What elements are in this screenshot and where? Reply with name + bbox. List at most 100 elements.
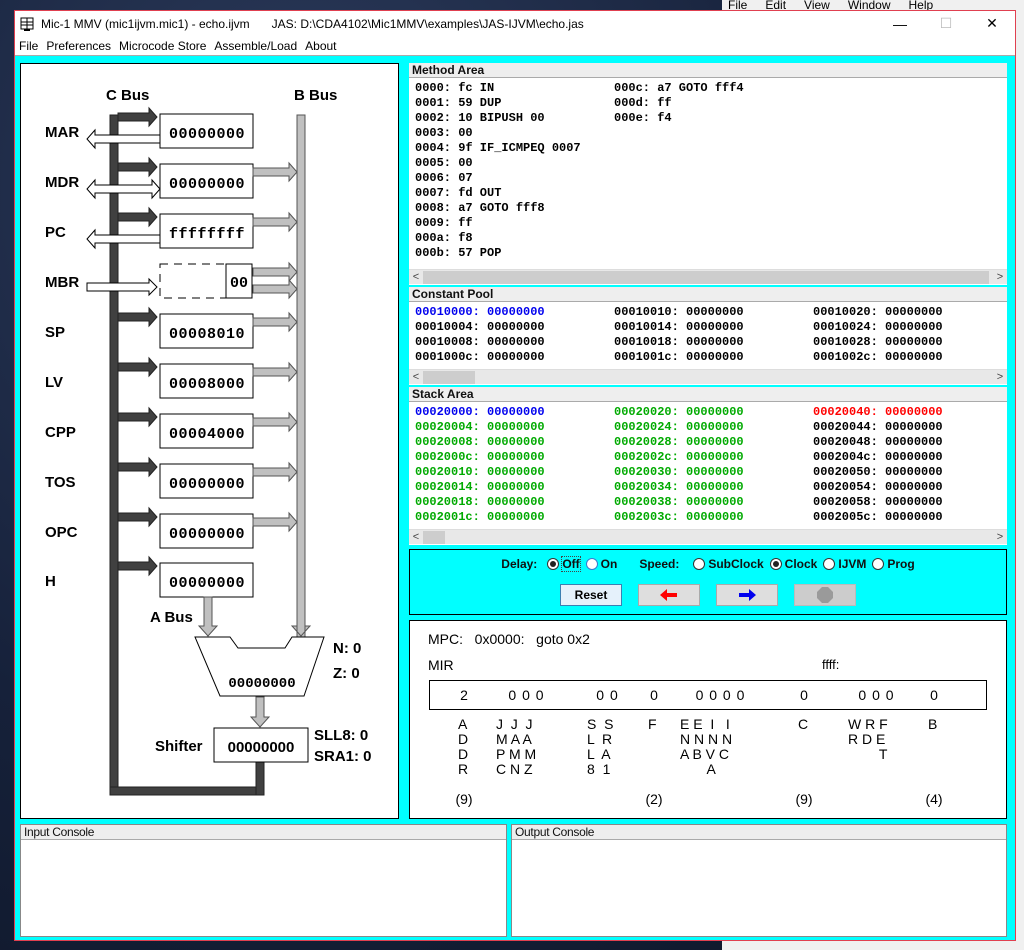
to-memory-arrow [86, 128, 161, 150]
stack-area-title: Stack Area [409, 387, 1007, 402]
simulation-controls: Delay: Off On Speed: SubClock Clock IJVM [409, 549, 1007, 615]
memory-row: 00020048: 00000000 [813, 435, 943, 449]
constant-pool-pane: Constant Pool 00010000: 00000000 00010004… [409, 287, 1007, 385]
memory-row: 0001002c: 00000000 [813, 350, 943, 364]
register-value-lv: 00008000 [169, 376, 245, 393]
memory-row: 00010018: 00000000 [614, 335, 744, 349]
stop-sign-icon [817, 587, 833, 603]
scroll-thumb[interactable] [423, 531, 445, 544]
memory-row: 00020014: 00000000 [415, 480, 545, 494]
memory-row: 00020000: 00000000 [415, 405, 545, 419]
delay-off-radio[interactable]: Off [547, 556, 581, 572]
c-bus-write-arrow [117, 506, 158, 528]
scroll-left-icon[interactable]: < [409, 270, 423, 285]
b-bus-label: B Bus [294, 87, 337, 104]
scroll-right-icon[interactable]: > [993, 370, 1007, 385]
app-icon [19, 16, 35, 32]
input-console-title: Input Console [21, 825, 506, 840]
register-value-tos: 00000000 [169, 476, 245, 493]
b-bus-read-arrow [252, 361, 298, 383]
register-label-pc: PC [45, 224, 66, 241]
memory-row: 00010008: 00000000 [415, 335, 545, 349]
scroll-left-icon[interactable]: < [409, 370, 423, 385]
radio-unselected-icon [693, 558, 706, 570]
scroll-thumb[interactable] [423, 371, 475, 384]
memory-row: 00020018: 00000000 [415, 495, 545, 509]
memory-row: 00010024: 00000000 [813, 320, 943, 334]
menu-preferences[interactable]: Preferences [42, 39, 115, 53]
b-bus-line [296, 114, 306, 641]
maximize-button[interactable]: ☐ [923, 11, 969, 36]
memory-row: 0005: 00 [415, 156, 473, 170]
register-value-mdr: 00000000 [169, 176, 245, 193]
speed-subclock-radio[interactable]: SubClock [693, 557, 764, 571]
radio-selected-icon [547, 558, 560, 570]
speed-prog-radio[interactable]: Prog [872, 557, 915, 571]
speed-ijvm-radio[interactable]: IJVM [823, 557, 866, 571]
scroll-right-icon[interactable]: > [993, 270, 1007, 285]
scroll-left-icon[interactable]: < [409, 530, 423, 545]
method-area-title: Method Area [409, 63, 1007, 78]
memory-row: 000a: f8 [415, 231, 473, 245]
scroll-thumb[interactable] [423, 271, 989, 284]
mir-field-label: B [928, 716, 938, 732]
constant-pool-listing: 00010000: 00000000 00010004: 00000000 0001… [409, 302, 1007, 369]
close-button[interactable]: ✕ [969, 11, 1015, 36]
register-label-tos: TOS [45, 474, 76, 491]
input-console[interactable]: Input Console [20, 824, 507, 937]
speed-clock-radio[interactable]: Clock [769, 557, 817, 571]
memory-row: 0002000c: 00000000 [415, 450, 545, 464]
register-label-cpp: CPP [45, 424, 76, 441]
menu-assemble-load[interactable]: Assemble/Load [210, 39, 301, 53]
shifter-sra1: SRA1: 0 [314, 748, 372, 765]
memory-row: 0003: 00 [415, 126, 473, 140]
method-area-hscroll[interactable]: < > [409, 269, 1007, 284]
menu-microcode-store[interactable]: Microcode Store [115, 39, 210, 53]
datapath-diagram: C Bus B Bus MAR 00000000 MDR 00000000 PC ffffff… [20, 63, 399, 819]
mdr-memory-bidirectional-arrow [86, 178, 161, 200]
menu-file[interactable]: File [15, 39, 42, 53]
h-to-a-bus-arrow [197, 596, 219, 637]
constant-pool-hscroll[interactable]: < > [409, 369, 1007, 384]
stack-area-hscroll[interactable]: < > [409, 529, 1007, 544]
mir-field-value: 0 [930, 687, 938, 703]
memory-row: 0007: fd OUT [415, 186, 502, 200]
memory-row: 00020004: 00000000 [415, 420, 545, 434]
b-bus-read-arrow [252, 211, 298, 233]
step-back-button[interactable] [638, 584, 700, 606]
register-label-lv: LV [45, 374, 63, 391]
reset-label: Reset [574, 588, 608, 602]
to-memory-arrow [86, 228, 161, 250]
alu-output-value: 00000000 [228, 676, 295, 692]
mpc-readout: MPC: 0x0000: goto 0x2 [428, 631, 590, 647]
mir-field-label: A D D R [458, 716, 469, 777]
memory-row: 00010028: 00000000 [813, 335, 943, 349]
menu-about[interactable]: About [301, 39, 340, 53]
jas-path: JAS: D:\CDA4102\Mic1MMV\examples\JAS-IJV… [271, 16, 584, 31]
reset-button[interactable]: Reset [560, 584, 622, 606]
register-label-sp: SP [45, 324, 65, 341]
b-bus-read-arrow [252, 461, 298, 483]
right-arrow-icon [739, 589, 756, 601]
radio-unselected-icon [872, 558, 885, 570]
c-bus-write-arrow [117, 456, 158, 478]
c-bus-write-arrow [117, 106, 158, 128]
b-bus-read-arrow [252, 511, 298, 533]
maximize-icon: ☐ [939, 15, 953, 31]
stop-button[interactable] [794, 584, 856, 606]
mbr-dashed-box [159, 263, 227, 299]
step-forward-button[interactable] [716, 584, 778, 606]
shifter-value: 00000000 [228, 739, 295, 756]
c-bus-write-arrow [117, 406, 158, 428]
stack-area-listing: 00020000: 00000000 00020004: 00000000 0002… [409, 402, 1007, 529]
memory-row: 00020044: 00000000 [813, 420, 943, 434]
c-bus-write-arrow [117, 206, 158, 228]
memory-row: 0002: 10 BIPUSH 00 [415, 111, 545, 125]
delay-on-radio[interactable]: On [585, 557, 617, 571]
register-value-mar: 00000000 [169, 126, 245, 143]
minimize-button[interactable]: — [877, 11, 923, 36]
listing-column: 00010010: 00000000 00010014: 00000000 0001… [614, 305, 744, 365]
listing-column: 00010020: 00000000 00010024: 00000000 0001… [813, 305, 943, 365]
scroll-right-icon[interactable]: > [993, 530, 1007, 545]
memory-row: 00010004: 00000000 [415, 320, 545, 334]
